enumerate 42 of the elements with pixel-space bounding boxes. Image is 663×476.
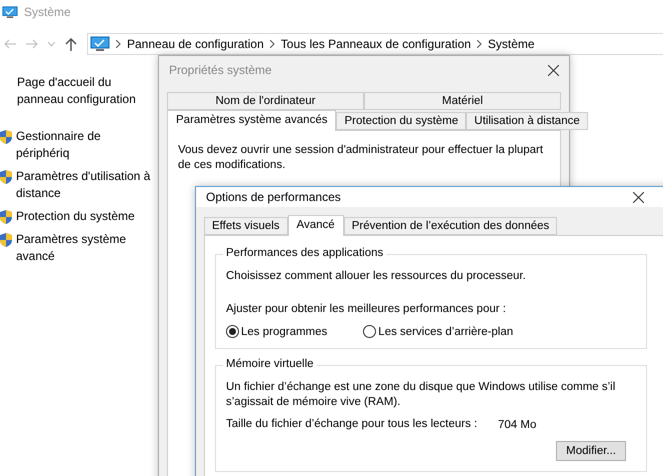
group-title: Mémoire virtuelle xyxy=(223,358,317,370)
radio-option[interactable]: Les services d’arrière-plan xyxy=(363,325,514,338)
modify-button[interactable]: Modifier... xyxy=(556,441,626,461)
sidebar-link[interactable]: Paramètres d'utilisation à distance xyxy=(16,168,156,202)
shield-icon xyxy=(0,130,12,144)
radio-option[interactable]: Les programmes xyxy=(226,325,328,338)
shield-icon xyxy=(0,210,12,224)
sidebar-link[interactable]: Page d'accueil du panneau configuration xyxy=(0,74,158,108)
description-text: Choisissez comment allouer les ressources du processeur. xyxy=(226,269,527,284)
chevron-right-icon xyxy=(476,40,482,48)
chevron-right-icon xyxy=(116,40,121,48)
sidebar-link[interactable]: Protection du système xyxy=(16,208,156,225)
tab[interactable]: Matériel xyxy=(364,92,561,110)
description-text: Un fichier d’échange est une zone du disque que Windows utilise comme s’il s’agissait de mémoire vive (RAM). xyxy=(226,380,616,410)
close-icon[interactable] xyxy=(633,192,644,202)
close-icon[interactable] xyxy=(548,64,559,76)
adjust-label: Ajuster pour obtenir les meilleures performances pour : xyxy=(226,302,507,317)
group-title: Performances des applications xyxy=(223,247,386,259)
shield-icon xyxy=(0,170,12,184)
tab[interactable]: Avancé xyxy=(288,215,344,236)
breadcrumb-item[interactable]: Système xyxy=(488,37,535,51)
monitor-icon xyxy=(90,36,110,52)
tab[interactable]: Prévention de l’exécution des données xyxy=(344,217,558,235)
dialog-title: Options de performances xyxy=(206,190,341,204)
shield-icon xyxy=(0,233,12,247)
size-label: Taille du fichier d’échange pour tous les lecteurs : xyxy=(226,418,478,432)
chevron-right-icon xyxy=(270,40,275,48)
notice-text: Vous devez ouvrir une session d'administrateur pour effectuer la plupart de ces modifications. xyxy=(178,143,544,173)
breadcrumb-item[interactable]: Panneau de configuration xyxy=(127,37,264,51)
window-title: Système xyxy=(24,5,71,19)
breadcrumb-item[interactable]: Tous les Panneaux de configuration xyxy=(280,37,471,51)
tab[interactable]: Nom de l'ordinateur xyxy=(167,92,364,110)
dialog-title: Propriétés système xyxy=(169,63,272,77)
tab[interactable]: Effets visuels xyxy=(204,217,288,235)
tab[interactable]: Protection du système xyxy=(336,112,466,130)
size-value: 704 Mo xyxy=(498,418,536,433)
address-bar[interactable]: Panneau de configuration Tous les Panneaux de configuration Système xyxy=(87,33,663,55)
tab[interactable]: Utilisation à distance xyxy=(466,112,588,130)
sidebar-link[interactable]: Gestionnaire de périphériq xyxy=(16,128,156,162)
sidebar-link[interactable]: Paramètres système avancé xyxy=(16,231,156,265)
up-arrow-icon[interactable] xyxy=(65,38,77,50)
tab[interactable]: Paramètres système avancés xyxy=(167,110,336,131)
